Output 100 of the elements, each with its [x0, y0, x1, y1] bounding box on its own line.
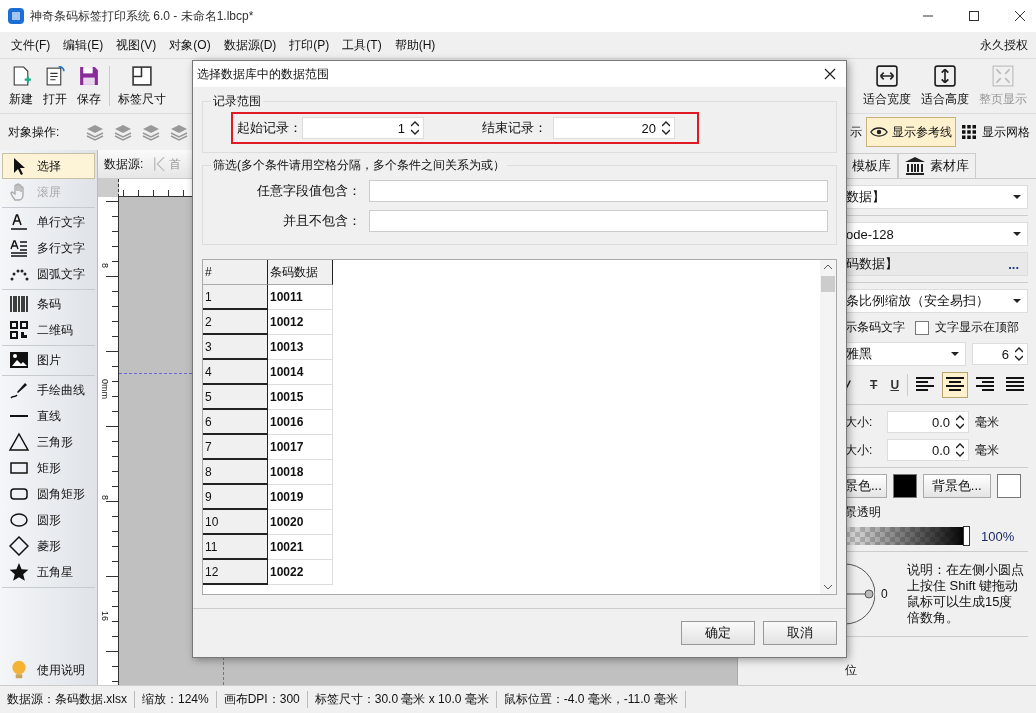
scaling-select[interactable]: 条比例缩放（安全易扫） — [845, 289, 1028, 313]
menu-item[interactable]: 帮助(H) — [389, 36, 441, 54]
font-select[interactable]: 雅黑 — [845, 342, 966, 366]
object-ops-label: 对象操作: — [8, 123, 60, 141]
panel-tab[interactable]: 模板库 — [845, 153, 898, 178]
tool-button[interactable]: 三角形 — [2, 429, 95, 455]
tool-button[interactable]: 圆弧文字 — [2, 261, 95, 287]
tool-button[interactable]: 条码 — [2, 291, 95, 317]
menu-item[interactable]: 视图(V) — [111, 36, 162, 54]
tool-button[interactable]: 单行文字 — [2, 209, 95, 235]
menu-item[interactable]: 工具(T) — [337, 36, 387, 54]
close-icon[interactable] — [824, 68, 836, 80]
help-button[interactable]: 使用说明 — [2, 657, 95, 683]
tool-button[interactable]: 直线 — [2, 403, 95, 429]
transparency-label: 景透明 — [845, 504, 882, 521]
toolbar-button[interactable]: 新建 — [4, 62, 38, 110]
panel-tab[interactable]: 素材库 — [898, 153, 976, 178]
row-header[interactable]: 8 — [203, 460, 268, 485]
color-button[interactable]: 景色... — [845, 474, 887, 498]
toolbar-button[interactable]: 标签尺寸 — [113, 62, 171, 110]
row-header[interactable]: 9 — [203, 485, 268, 510]
view-toggle-button[interactable]: 示 — [846, 117, 866, 147]
ruler-label: 16 — [100, 611, 110, 621]
up-down-icon — [956, 443, 964, 457]
tool-button[interactable]: 多行文字 — [2, 235, 95, 261]
symbology-select[interactable]: ode-128 — [845, 222, 1028, 246]
color-button[interactable]: 背景色... — [922, 474, 991, 498]
dialog-button[interactable]: 确定 — [681, 621, 755, 645]
tool-button[interactable]: 矩形 — [2, 455, 95, 481]
row-header[interactable]: 2 — [203, 310, 268, 335]
maximize-icon[interactable] — [968, 10, 980, 22]
row-header[interactable]: 3 — [203, 335, 268, 360]
checkbox[interactable] — [915, 320, 929, 335]
start-record-spinner[interactable]: 1 — [302, 117, 424, 139]
row-header[interactable]: 7 — [203, 435, 268, 460]
dialog-button[interactable]: 取消 — [763, 621, 837, 645]
status-text: 数据源：条码数据.xlsx — [0, 691, 135, 708]
toolbar-button[interactable]: 适合宽度 — [858, 62, 916, 110]
status-text: 画布DPI：300 — [216, 691, 308, 708]
input-field[interactable] — [369, 180, 828, 202]
view-toggle-button[interactable]: 显示参考线 — [866, 117, 956, 147]
grid-icon — [960, 125, 978, 139]
scrollbar[interactable] — [820, 260, 836, 594]
scrollbar-thumb[interactable] — [821, 276, 835, 292]
tool-button[interactable]: 圆角矩形 — [2, 481, 95, 507]
tool-button[interactable]: 圆形 — [2, 507, 95, 533]
scroll-down-icon[interactable] — [823, 584, 833, 590]
angle-dial[interactable] — [845, 562, 875, 626]
barcode-icon — [9, 294, 29, 314]
column-header[interactable]: # — [203, 260, 268, 285]
tool-button[interactable]: 二维码 — [2, 317, 95, 343]
color-swatch[interactable] — [996, 474, 1021, 498]
tool-button[interactable]: 选择 — [2, 153, 95, 179]
menu-item[interactable]: 打印(P) — [284, 36, 335, 54]
row-header[interactable]: 5 — [203, 385, 268, 410]
tool-button[interactable]: 图片 — [2, 347, 95, 373]
tool-button[interactable]: 菱形 — [2, 533, 95, 559]
license-link[interactable]: 永久授权 — [980, 36, 1030, 54]
font-size-spinner[interactable]: 6 — [972, 343, 1028, 365]
toolbar-button[interactable]: 打开 — [38, 62, 72, 110]
menu-item[interactable]: 数据源(D) — [218, 36, 282, 54]
close-icon[interactable] — [1014, 10, 1026, 22]
row-header[interactable]: 6 — [203, 410, 268, 435]
size-spinner[interactable]: 0.0 — [887, 411, 969, 433]
browse-button[interactable]: ... — [1006, 256, 1021, 272]
text-line-icon — [9, 212, 29, 232]
menu-item[interactable]: 文件(F) — [6, 36, 56, 54]
status-text: 鼠标位置：-4.0 毫米，-11.0 毫米 — [496, 691, 686, 708]
view-toggle-button[interactable]: 显示网格 — [956, 117, 1034, 147]
column-header[interactable]: 条码数据 — [268, 260, 333, 285]
row-header[interactable]: 10 — [203, 510, 268, 535]
table-cell: 10016 — [268, 410, 333, 435]
row-header[interactable]: 12 — [203, 560, 268, 585]
table-cell: 10018 — [268, 460, 333, 485]
toolbar-button[interactable]: 适合高度 — [916, 62, 974, 110]
row-header[interactable]: 4 — [203, 360, 268, 385]
data-select[interactable]: 数据】 — [845, 185, 1028, 209]
format-button[interactable]: U — [886, 374, 904, 396]
row-header[interactable]: 1 — [203, 285, 268, 310]
color-swatch[interactable] — [892, 474, 917, 498]
menu-item[interactable]: 编辑(E) — [58, 36, 109, 54]
scroll-up-icon[interactable] — [823, 264, 833, 270]
format-button[interactable]: T — [865, 374, 883, 396]
menu-item[interactable]: 对象(O) — [164, 36, 216, 54]
angle-note: 说明：在左侧小圆点上按住 Shift 键拖动鼠标可以生成15度倍数角。 — [907, 562, 1025, 626]
transparency-slider[interactable] — [845, 527, 967, 545]
full-page-icon — [992, 64, 1014, 87]
align-button[interactable] — [942, 372, 968, 398]
toolbar-button[interactable]: 保存 — [72, 62, 106, 110]
input-field[interactable] — [369, 210, 828, 232]
tool-button[interactable]: 手绘曲线 — [2, 377, 95, 403]
align-icon — [975, 375, 995, 392]
fit-width-icon — [876, 64, 898, 87]
row-header[interactable]: 11 — [203, 535, 268, 560]
align-icon — [945, 375, 965, 392]
status-text: 标签尺寸：30.0 毫米 x 10.0 毫米 — [307, 691, 497, 708]
tool-button[interactable]: 五角星 — [2, 559, 95, 585]
end-record-spinner[interactable]: 20 — [553, 117, 675, 139]
size-spinner[interactable]: 0.0 — [887, 439, 969, 461]
content-field[interactable]: 码数据】 — [846, 255, 898, 273]
